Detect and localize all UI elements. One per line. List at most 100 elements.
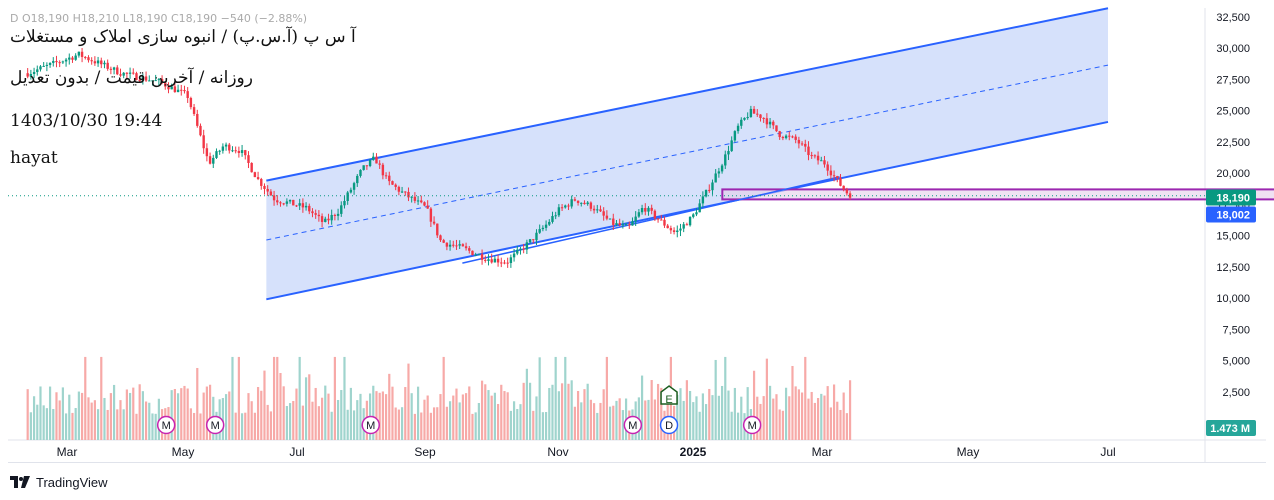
volume-bar [548, 387, 551, 440]
volume-bar [615, 400, 618, 440]
candle-body [701, 196, 705, 204]
volume-bar [480, 380, 484, 440]
volume-bar [400, 407, 404, 440]
candle-body [228, 144, 231, 151]
volume-bar [154, 413, 157, 440]
volume-bar [423, 399, 426, 440]
candle-body [564, 205, 567, 208]
candle-body [480, 254, 484, 260]
footer-divider [8, 462, 1266, 463]
price-tick-label: 32,500 [1216, 12, 1250, 24]
event-marker-m: M [361, 415, 380, 435]
candle-body [826, 164, 829, 171]
candle-body [781, 137, 785, 139]
candle [292, 199, 295, 206]
volume-bar [564, 356, 567, 440]
volume-bar [314, 387, 317, 440]
price-tick-label: 27,500 [1216, 74, 1250, 86]
volume-bar [205, 386, 208, 440]
candle-body [759, 114, 762, 118]
candle-body [397, 186, 401, 192]
volume-tag-value: 1.473 M [1210, 423, 1250, 435]
candle-body [669, 228, 673, 231]
volume-bar [87, 397, 90, 440]
candle-body [455, 245, 458, 247]
candle-body [749, 108, 753, 118]
volume-bar [484, 384, 487, 440]
volume-bar [720, 385, 724, 440]
candle-body [503, 262, 506, 264]
candle-body [720, 165, 724, 172]
candle-body [381, 164, 385, 176]
volume-bar [128, 392, 132, 440]
volume-bar [487, 390, 490, 440]
volume-bar [461, 394, 464, 440]
volume-bar [493, 392, 496, 440]
candle-body [333, 214, 337, 216]
ohlc-values: D O18,190 H18,210 L18,190 C18,190 −540 (… [10, 12, 308, 25]
volume-bar [272, 356, 276, 440]
marker-letter: M [162, 420, 171, 432]
candle-body [522, 248, 525, 250]
volume-bar [503, 391, 506, 440]
candle-body [612, 218, 615, 225]
volume-bar [813, 402, 816, 440]
candle-body [410, 196, 413, 198]
volume-bar [836, 401, 839, 440]
candle-body [634, 216, 637, 222]
candle-body [250, 162, 253, 173]
candle-body [240, 150, 244, 153]
volume-bar [797, 389, 800, 440]
candle-body [394, 184, 397, 187]
candle-body [180, 89, 183, 91]
volume-bar [640, 375, 644, 440]
candle-body [199, 125, 202, 136]
marker-letter: M [366, 420, 375, 432]
marker-letter: D [665, 420, 673, 432]
chart-title: آ س پ (آ.س.پ) / انبوه سازی املاک و مستغل… [10, 27, 356, 47]
volume-bar [298, 356, 301, 440]
candle-body [189, 97, 193, 108]
volume-bar [397, 409, 400, 440]
volume-bar [189, 408, 192, 440]
candle-body [192, 107, 196, 114]
volume-bar [567, 383, 570, 440]
volume-bar [573, 406, 576, 440]
volume-bar [848, 380, 852, 440]
volume-bar [820, 393, 823, 440]
volume-bar [317, 406, 320, 440]
volume-bar [29, 412, 32, 440]
candle-body [311, 211, 314, 214]
volume-bar [173, 388, 176, 440]
candle-body [77, 51, 81, 56]
candle-body [368, 159, 372, 166]
candle-body [74, 55, 77, 60]
candle-body [176, 89, 180, 93]
volume-bar [394, 407, 397, 440]
candle-body [295, 205, 298, 207]
candle-body [42, 65, 45, 67]
candle-body [663, 219, 666, 226]
volume-bar [528, 382, 532, 440]
candle [253, 171, 257, 178]
candle-body [631, 221, 634, 226]
candle-body [420, 200, 423, 203]
candle [775, 125, 778, 132]
volume-bar [701, 393, 704, 440]
volume-bar [381, 391, 384, 440]
volume-bar [685, 380, 688, 440]
volume-bar [490, 395, 493, 440]
candle-body [589, 202, 593, 209]
volume-bar [304, 377, 308, 440]
candle-body [695, 212, 698, 215]
candle-body [583, 202, 586, 205]
volume-bar [589, 399, 592, 440]
tradingview-footer[interactable]: TradingView [10, 474, 108, 490]
volume-bar [455, 388, 458, 440]
volume-bar [762, 396, 765, 440]
volume-bar [231, 356, 234, 440]
volume-bar [784, 387, 788, 440]
candle-body [100, 60, 103, 65]
candle-body [304, 205, 308, 208]
candle-body [474, 254, 477, 256]
